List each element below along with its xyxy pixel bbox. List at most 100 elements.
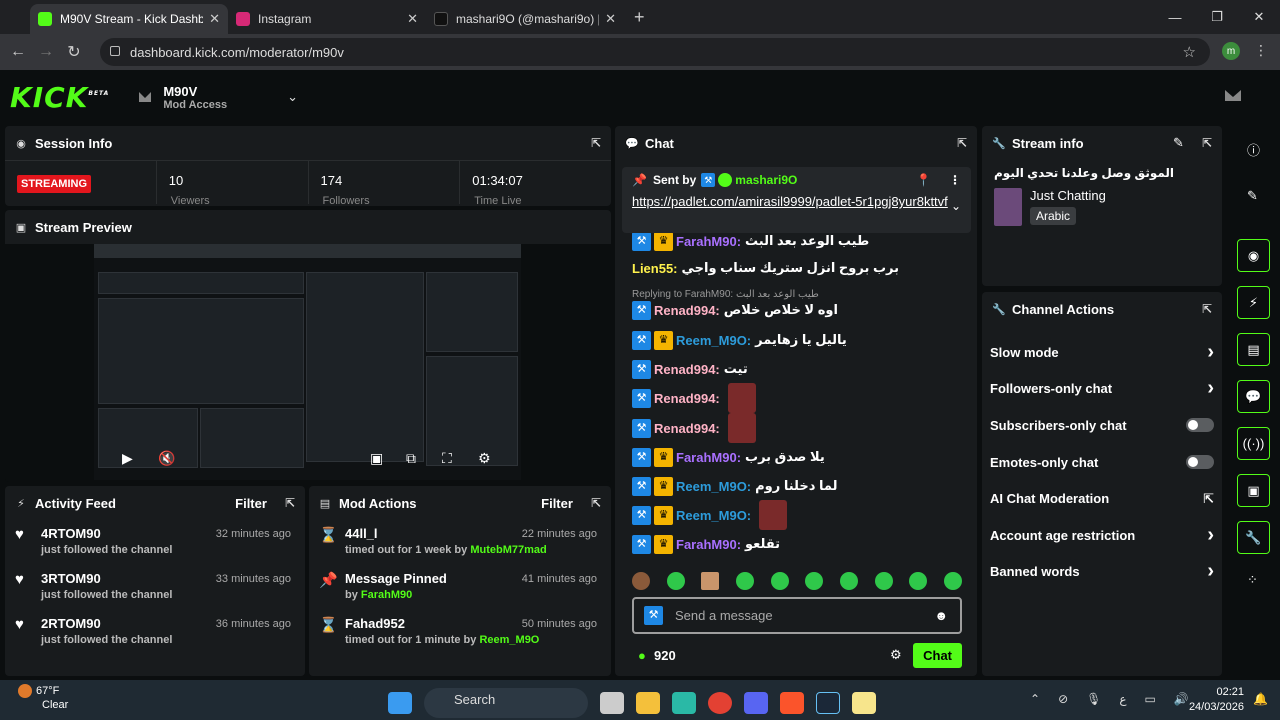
unpin-icon[interactable]: 📍 <box>916 173 931 187</box>
wifi-icon[interactable]: ▭ <box>1145 692 1156 706</box>
emote-icon[interactable] <box>701 572 720 590</box>
restore-icon[interactable]: ❐ <box>1196 0 1238 34</box>
url-field[interactable]: dashboard.kick.com/moderator/m90v <box>100 38 1210 66</box>
chat-username[interactable]: Lien55: <box>632 261 678 276</box>
windows-start-icon[interactable] <box>388 692 412 714</box>
new-tab-icon[interactable]: + <box>634 7 645 28</box>
weather-widget[interactable]: 67°F Clear <box>18 684 68 712</box>
channel-action-row[interactable]: Emotes-only chat <box>982 444 1222 481</box>
rail-broadcast-button[interactable]: ((·)) <box>1237 427 1270 460</box>
app-icon[interactable] <box>672 692 696 714</box>
site-info-icon[interactable] <box>110 46 120 56</box>
close-tab-icon[interactable]: ✕ <box>407 11 418 27</box>
kick-logo[interactable]: KICKBETA <box>10 81 109 114</box>
steam-icon[interactable] <box>816 692 840 714</box>
brave-icon[interactable] <box>780 692 804 714</box>
close-window-icon[interactable]: ✕ <box>1238 0 1280 34</box>
play-icon[interactable]: ▶ <box>122 450 133 467</box>
chat-username[interactable]: Reem_M9O: <box>676 508 751 523</box>
moderator-name[interactable]: Reem_M9O <box>479 634 539 646</box>
discord-icon[interactable] <box>744 692 768 714</box>
channel-action-row[interactable]: AI Chat Moderation ⇱ <box>982 480 1222 517</box>
chat-settings-gear-icon[interactable]: ⚙ <box>890 647 902 663</box>
popout-icon[interactable]: ⇱ <box>1202 302 1212 316</box>
chevron-right-icon[interactable]: › <box>1207 560 1214 583</box>
chat-username[interactable]: FarahM90: <box>676 450 741 465</box>
emoji-picker-icon[interactable]: ☻ <box>934 608 948 623</box>
rail-preview-button[interactable]: ▣ <box>1237 474 1270 507</box>
rail-tools-button[interactable]: 🔧 <box>1237 521 1270 554</box>
chat-username[interactable]: Renad994: <box>654 303 720 318</box>
bookmark-star-icon[interactable]: ☆ <box>1183 43 1196 61</box>
taskbar-search[interactable]: Search <box>424 688 588 718</box>
emote-icon[interactable] <box>805 572 824 590</box>
popout-icon[interactable]: ⇱ <box>591 496 601 510</box>
input-language[interactable]: ع <box>1119 692 1126 706</box>
emote-icon[interactable] <box>632 572 650 590</box>
channel-action-row[interactable]: Followers-only chat › <box>982 371 1222 408</box>
back-icon[interactable]: ← <box>4 43 32 61</box>
channel-action-row[interactable]: Banned words › <box>982 554 1222 591</box>
chevron-down-icon[interactable]: ⌄ <box>287 89 298 105</box>
channel-action-row[interactable]: Slow mode › <box>982 334 1222 371</box>
edit-pencil-icon[interactable]: ✎ <box>1173 135 1184 151</box>
moderator-name[interactable]: MutebM77mad <box>470 544 546 556</box>
channel-action-row[interactable]: Subscribers-only chat <box>982 407 1222 444</box>
rail-chat-button[interactable]: 💬 <box>1237 380 1270 413</box>
toggle-switch[interactable] <box>1186 455 1214 470</box>
video-player[interactable]: ▶ 🔇 ▣ ⧉ ⛶ ⚙ <box>94 244 521 480</box>
chevron-right-icon[interactable]: › <box>1207 524 1214 547</box>
rail-activity-button[interactable]: ⚡ <box>1237 286 1270 319</box>
pinned-by-user[interactable]: mashari9O <box>735 173 797 187</box>
popout-icon[interactable]: ⇱ <box>1202 136 1212 150</box>
chat-username[interactable]: Renad994: <box>654 421 720 436</box>
close-tab-icon[interactable]: ✕ <box>209 11 220 27</box>
user-avatar-icon[interactable] <box>1224 88 1242 102</box>
chat-input[interactable]: ⚒ Send a message ☻ <box>632 597 962 634</box>
toggle-switch[interactable] <box>1186 418 1214 433</box>
settings-gear-icon[interactable]: ⚙ <box>478 450 491 467</box>
browser-menu-icon[interactable]: ⋮ <box>1254 42 1268 59</box>
emote-icon[interactable] <box>770 572 789 590</box>
chat-username[interactable]: FarahM90: <box>676 537 741 552</box>
taskbar-clock[interactable]: 02:21 24/03/2026 <box>1189 685 1244 715</box>
emote-icon[interactable] <box>735 572 754 590</box>
chevron-right-icon[interactable]: › <box>1207 341 1214 364</box>
chrome-icon[interactable] <box>708 692 732 714</box>
filter-button[interactable]: Filter <box>235 496 267 511</box>
network-off-icon[interactable]: ⊘ <box>1058 692 1068 706</box>
popout-icon[interactable]: ⇱ <box>957 136 967 150</box>
emote-icon[interactable] <box>666 572 685 590</box>
chat-username[interactable]: Renad994: <box>654 362 720 377</box>
fullscreen-icon[interactable]: ⛶ <box>442 450 452 467</box>
mute-icon[interactable]: 🔇 <box>158 450 175 467</box>
channel-points[interactable]: 920 <box>654 648 676 663</box>
channel-switcher[interactable]: M90V Mod Access ⌄ <box>137 84 298 111</box>
volume-icon[interactable]: 🔊 <box>1174 692 1189 706</box>
emote-icon[interactable] <box>839 572 858 590</box>
chat-username[interactable]: FarahM90: <box>676 234 741 249</box>
send-chat-button[interactable]: Chat <box>913 643 962 668</box>
tab-tiktok[interactable]: mashari9O (@mashari9o) | TikT ✕ <box>426 4 624 34</box>
rail-session-button[interactable]: ◉ <box>1237 239 1270 272</box>
profile-avatar[interactable]: m <box>1222 42 1240 60</box>
emote-icon[interactable] <box>874 572 893 590</box>
reload-icon[interactable]: ↻ <box>60 42 88 62</box>
edit-layout-icon[interactable]: ✎ <box>1247 188 1258 204</box>
app-icon[interactable] <box>852 692 876 714</box>
pinned-link[interactable]: https://padlet.com/amirasil9999/padlet-5… <box>632 193 961 210</box>
popout-icon[interactable]: ⇱ <box>285 496 295 510</box>
minimize-icon[interactable]: — <box>1154 0 1196 34</box>
chevron-down-icon[interactable]: ⌄ <box>951 199 961 213</box>
chevron-right-icon[interactable]: › <box>1207 377 1214 400</box>
forward-icon[interactable]: → <box>32 43 60 61</box>
microphone-icon[interactable]: 🎙 <box>1086 692 1101 706</box>
theater-mode-icon[interactable]: ▣ <box>370 450 383 467</box>
tab-kick-dashboard[interactable]: M90V Stream - Kick Dashboard ✕ <box>30 4 228 34</box>
moderator-name[interactable]: FarahM90 <box>361 589 412 601</box>
chevron-up-icon[interactable]: ⌃ <box>1030 692 1040 706</box>
more-options-icon[interactable]: ⋮ <box>949 173 961 187</box>
emote-icon[interactable] <box>909 572 928 590</box>
file-explorer-icon[interactable] <box>636 692 660 714</box>
chat-username[interactable]: Reem_M9O: <box>676 333 751 348</box>
